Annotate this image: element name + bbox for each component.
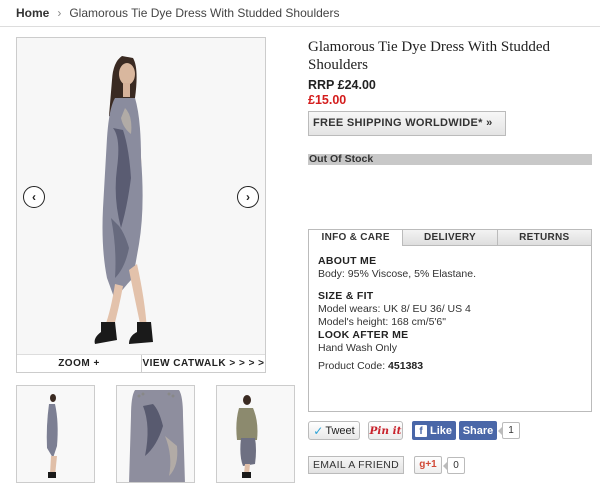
- look-after-me-text: Hand Wash Only: [318, 342, 397, 354]
- size-fit-heading: SIZE & FIT: [318, 290, 374, 302]
- size-fit-line-1: Model wears: UK 8/ EU 36/ US 4: [318, 303, 471, 315]
- thumbnail-strip: [16, 385, 295, 483]
- breadcrumb: Home › Glamorous Tie Dye Dress With Stud…: [16, 6, 339, 20]
- size-fit-line-2: Model's height: 168 cm/5'6": [318, 316, 446, 328]
- thumbnail-3[interactable]: [216, 385, 295, 483]
- product-code-value: 451383: [388, 360, 424, 372]
- tab-delivery[interactable]: DELIVERY: [402, 230, 497, 245]
- facebook-count-badge: 1: [498, 422, 520, 439]
- zoom-button[interactable]: ZOOM +: [17, 355, 142, 372]
- image-toolbar: ZOOM + VIEW CATWALK > > > >: [17, 354, 265, 372]
- like-label: Like: [430, 424, 453, 437]
- tab-content: ABOUT ME Body: 95% Viscose, 5% Elastane.…: [309, 246, 591, 373]
- thumbnail-2[interactable]: [116, 385, 195, 483]
- email-a-friend-button[interactable]: EMAIL A FRIEND: [308, 456, 404, 474]
- twitter-bird-icon: ✓: [313, 423, 324, 438]
- google-plus-count-badge: 0: [443, 456, 465, 474]
- free-shipping-button[interactable]: FREE SHIPPING WORLDWIDE* »: [308, 111, 506, 136]
- breadcrumb-current: Glamorous Tie Dye Dress With Studded Sho…: [69, 6, 340, 20]
- facebook-like-button[interactable]: f Like: [412, 421, 456, 440]
- google-plus-one-button[interactable]: g+1: [414, 456, 442, 474]
- pin-it-button[interactable]: Pin it: [368, 421, 403, 440]
- about-me-text: Body: 95% Viscose, 5% Elastane.: [318, 268, 476, 280]
- divider: [0, 26, 600, 27]
- thumbnail-1[interactable]: [16, 385, 95, 483]
- product-photo: [17, 38, 265, 356]
- facebook-share-button[interactable]: Share: [459, 421, 497, 440]
- product-code: Product Code: 451383: [318, 360, 582, 373]
- product-info-panel: INFO & CARE DELIVERY RETURNS ABOUT ME Bo…: [308, 229, 592, 412]
- social-share-row: ✓ Tweet Pin it f Like Share 1: [308, 421, 520, 440]
- tab-info-care[interactable]: INFO & CARE: [309, 230, 403, 246]
- tweet-label: Tweet: [325, 424, 355, 437]
- previous-image-icon[interactable]: ‹: [23, 186, 45, 208]
- main-product-image[interactable]: ‹ › ZOOM + VIEW CATWALK > > > >: [16, 37, 266, 373]
- look-after-me-heading: LOOK AFTER ME: [318, 329, 409, 341]
- product-code-label: Product Code:: [318, 360, 386, 372]
- info-tabs: INFO & CARE DELIVERY RETURNS: [309, 230, 591, 246]
- rrp-price: RRP £24.00: [308, 78, 376, 92]
- email-gplus-row: EMAIL A FRIEND g+1 0: [308, 456, 465, 474]
- tab-returns[interactable]: RETURNS: [496, 230, 591, 245]
- view-catwalk-button[interactable]: VIEW CATWALK > > > >: [142, 355, 265, 372]
- breadcrumb-home-link[interactable]: Home: [16, 6, 49, 20]
- about-me-heading: ABOUT ME: [318, 255, 377, 267]
- product-title: Glamorous Tie Dye Dress With Studded Sho…: [308, 39, 551, 73]
- sale-price: £15.00: [308, 93, 347, 107]
- out-of-stock-bar: Out Of Stock: [308, 154, 592, 165]
- facebook-icon: f: [415, 424, 427, 437]
- breadcrumb-separator-icon: ›: [57, 6, 62, 20]
- tweet-button[interactable]: ✓ Tweet: [308, 421, 360, 440]
- next-image-icon[interactable]: ›: [237, 186, 259, 208]
